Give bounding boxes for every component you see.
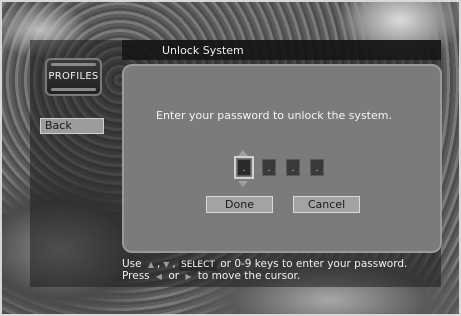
help-press: Press — [122, 270, 150, 282]
password-digit-1[interactable]: . — [234, 156, 254, 179]
down-arrow-icon[interactable] — [238, 181, 248, 187]
password-digit-2[interactable]: . — [262, 159, 276, 176]
password-prompt: Enter your password to unlock the system… — [156, 109, 392, 122]
help-use: Use — [122, 258, 142, 270]
profiles-tab[interactable]: PROFILES — [45, 58, 102, 96]
help-or: or — [168, 270, 180, 282]
unlock-panel — [122, 64, 442, 253]
help-line-1-rest: or 0-9 keys to enter your password. — [220, 258, 408, 270]
done-button[interactable]: Done — [206, 196, 273, 213]
up-arrow-icon: ▲ — [147, 260, 155, 269]
password-digit-4[interactable]: . — [310, 159, 324, 176]
right-arrow-icon: ▶ — [185, 272, 192, 281]
up-arrow-icon[interactable] — [238, 150, 248, 156]
tab-top-bar — [51, 63, 96, 66]
password-digit-3[interactable]: . — [286, 159, 300, 176]
help-line-2: Press ◀ or ▶ to move the cursor. — [122, 270, 300, 282]
down-arrow-icon: ▼ — [163, 260, 170, 269]
cancel-button[interactable]: Cancel — [293, 196, 360, 213]
tab-bottom-bar — [51, 88, 96, 91]
profiles-label: PROFILES — [48, 71, 99, 82]
left-arrow-icon: ◀ — [155, 272, 163, 281]
page-title: Unlock System — [162, 44, 244, 57]
help-line-2-rest: to move the cursor. — [197, 270, 301, 282]
back-button[interactable]: Back — [40, 118, 104, 134]
